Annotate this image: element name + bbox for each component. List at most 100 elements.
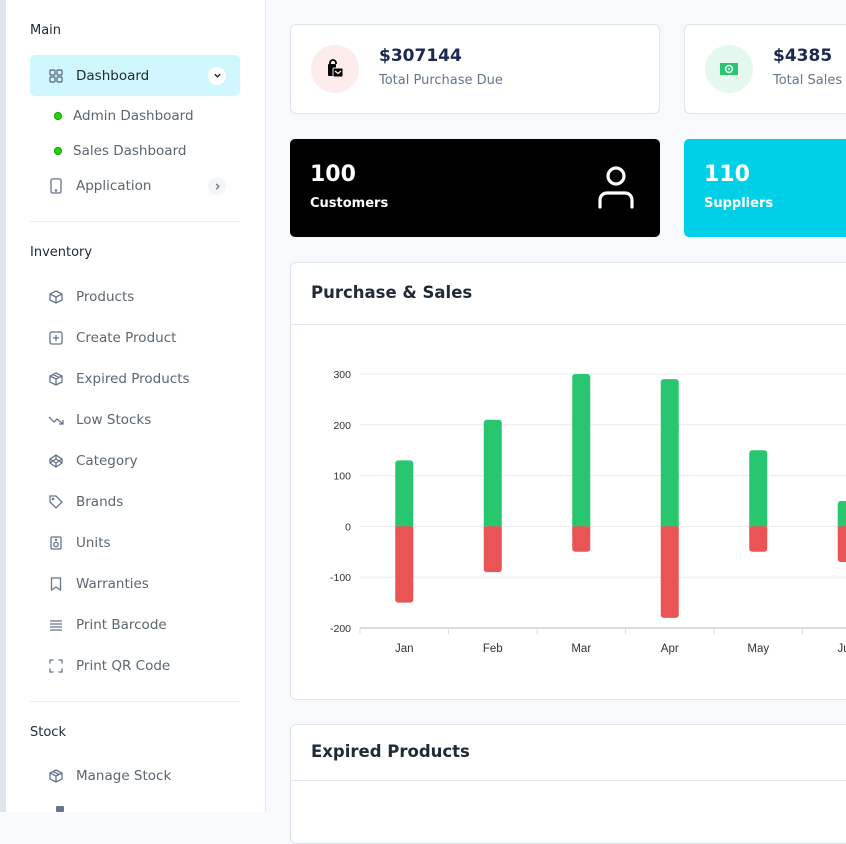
x-tick-label: Feb [483, 643, 503, 655]
sidebar-item-label: Products [76, 289, 135, 305]
panel-divider [291, 780, 846, 781]
x-tick-label: Apr [661, 643, 679, 655]
codepen-icon [48, 453, 64, 469]
bar-base [660, 522, 679, 527]
sidebar-item-low-stocks[interactable]: Low Stocks [30, 403, 240, 437]
sidebar-item-label: Manage Stock [76, 768, 172, 784]
bar-sales [837, 501, 846, 527]
sidebar-item-manage-stock[interactable]: Manage Stock [30, 759, 240, 793]
sidebar-item-create-product[interactable]: Create Product [30, 321, 240, 355]
bar-sales [483, 419, 502, 527]
chevron-right-icon[interactable] [208, 177, 226, 195]
status-dot-icon [54, 147, 62, 155]
tag-icon [48, 494, 64, 510]
bar-purchase [749, 526, 768, 552]
sidebar-item-label: Print QR Code [76, 658, 171, 674]
bar-shape [660, 526, 679, 618]
stat-value: $307144 [379, 46, 462, 66]
y-tick-label: 300 [333, 369, 351, 381]
y-tick-label: 200 [333, 420, 351, 432]
count-value: 100 [310, 162, 356, 187]
sidebar-item-brands[interactable]: Brands [30, 485, 240, 519]
sidebar-subitem-sales-dashboard[interactable]: Sales Dashboard [54, 136, 186, 166]
bar-sales [572, 374, 591, 527]
bar-purchase [483, 526, 502, 573]
sidebar-divider [30, 701, 240, 702]
bar-base [837, 522, 846, 527]
sidebar-subitem-label: Admin Dashboard [73, 108, 194, 124]
bar-base [749, 526, 768, 531]
bar-base [395, 526, 414, 531]
y-tick-label: 0 [345, 521, 351, 533]
sidebar-item-print-barcode[interactable]: Print Barcode [30, 608, 240, 642]
sidebar-item-products[interactable]: Products [30, 280, 240, 314]
sidebar: Main Dashboard Admin Dashboard Sales Das… [6, 0, 266, 812]
sidebar-subitem-admin-dashboard[interactable]: Admin Dashboard [54, 101, 194, 131]
bar-purchase [572, 526, 591, 552]
count-label: Customers [310, 196, 389, 211]
package-icon [48, 371, 64, 387]
bar-base [660, 526, 679, 531]
sidebar-item-expired-products[interactable]: Expired Products [30, 362, 240, 396]
sidebar-item-dashboard[interactable]: Dashboard [30, 55, 240, 96]
expired-products-panel: Expired Products [290, 724, 846, 844]
chevron-down-icon[interactable] [208, 66, 226, 85]
bar-base [837, 526, 846, 531]
x-tick-label: Mar [571, 643, 591, 655]
bar-sales [749, 450, 768, 527]
y-tick-label: 100 [333, 471, 351, 483]
sidebar-item-print-qr-code[interactable]: Print QR Code [30, 649, 240, 683]
smartphone-icon [48, 178, 64, 194]
bar-base [395, 522, 414, 527]
panel-title: Expired Products [311, 742, 470, 761]
bar-purchase [395, 526, 414, 603]
stat-card-purchase-due: $307144 Total Purchase Due [290, 24, 660, 114]
grid-icon [48, 68, 64, 84]
bar-shape [660, 379, 679, 527]
bar-shape [837, 526, 846, 562]
speaker-icon [48, 535, 64, 551]
trending-down-icon [48, 412, 64, 428]
bar-purchase [660, 526, 679, 618]
stat-label: Total Purchase Due [379, 73, 503, 88]
section-title-stock: Stock [30, 725, 66, 740]
shopping-bag-icon [311, 45, 359, 93]
sidebar-item-label: Low Stocks [76, 412, 152, 428]
sidebar-item-label: Dashboard [76, 67, 150, 84]
sidebar-item-label: Expired Products [76, 371, 190, 387]
align-justify-icon [48, 617, 64, 633]
user-icon [596, 165, 636, 213]
y-tick-label: -100 [330, 572, 351, 584]
sidebar-item-label: Create Product [76, 330, 177, 346]
count-card-suppliers: 110 Suppliers [684, 139, 846, 237]
bar-base [572, 526, 591, 531]
maximize-icon [48, 658, 64, 674]
sidebar-item-category[interactable]: Category [30, 444, 240, 478]
purchase-sales-panel: Purchase & Sales 300 200 100 0 -100 -200 Jan F… [290, 262, 846, 700]
bar-shape [483, 419, 502, 527]
panel-title: Purchase & Sales [311, 283, 473, 302]
sidebar-item-warranties[interactable]: Warranties [30, 567, 240, 601]
sidebar-subitem-label: Sales Dashboard [73, 143, 187, 159]
partial-menu-icon [56, 806, 64, 812]
count-label: Suppliers [704, 196, 774, 211]
sidebar-item-units[interactable]: Units [30, 526, 240, 560]
sidebar-item-label: Application [76, 178, 152, 194]
bar-shape [572, 374, 591, 527]
bar-shape [395, 526, 414, 603]
bar-purchase [837, 526, 846, 562]
section-title-inventory: Inventory [30, 245, 93, 260]
sidebar-item-application[interactable]: Application [30, 169, 240, 203]
status-dot-icon [54, 112, 62, 120]
sidebar-item-label: Print Barcode [76, 617, 167, 633]
bar-sales [660, 379, 679, 527]
stat-value: $4385 [773, 46, 833, 66]
y-tick-label: -200 [330, 623, 351, 635]
sidebar-divider [30, 221, 240, 222]
purchase-sales-chart: 300 200 100 0 -100 -200 Jan Feb Mar Apr May Jun [330, 369, 846, 655]
x-tick-label: May [747, 643, 769, 655]
bar-shape [395, 460, 414, 527]
sidebar-item-label: Brands [76, 494, 124, 510]
stat-card-total-sales: $4385 Total Sales [684, 24, 846, 114]
bar-shape [749, 450, 768, 527]
